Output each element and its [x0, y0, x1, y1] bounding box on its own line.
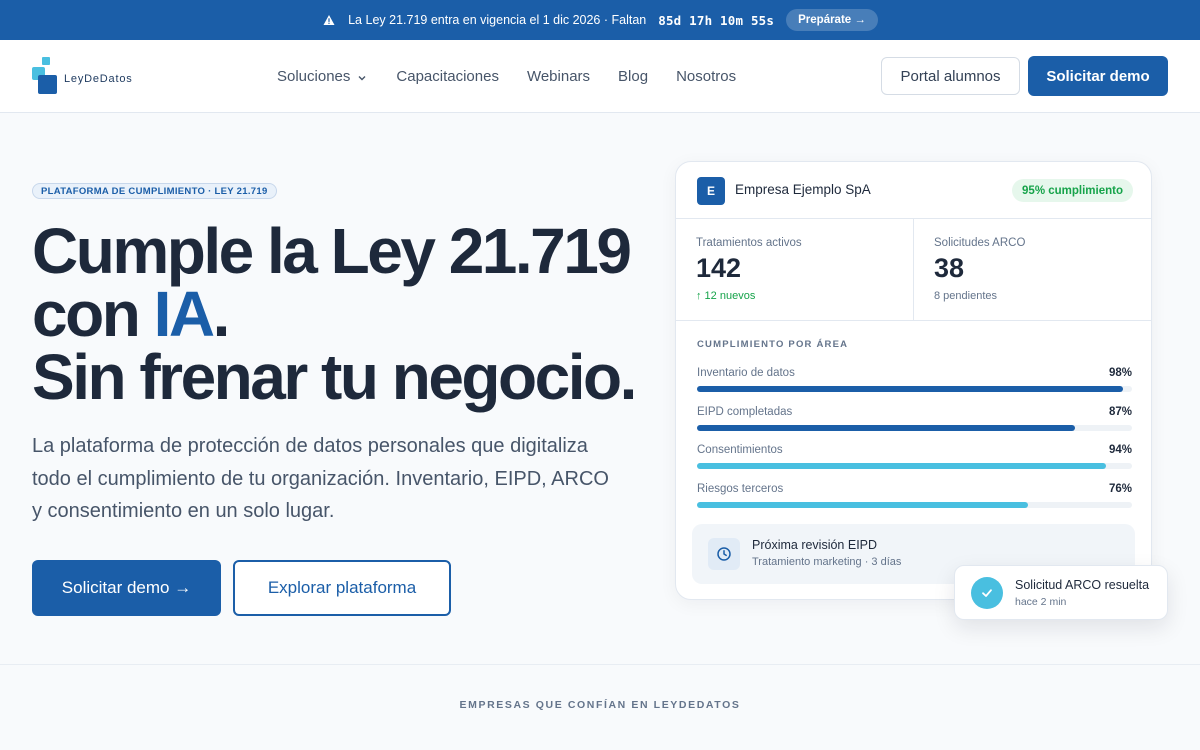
hero-demo-button[interactable]: Solicitar demo → — [32, 560, 221, 616]
area-name: Riesgos terceros — [697, 483, 784, 495]
hero-headline: Cumple la Ley 21.719 con IA. Sin frenar … — [32, 219, 652, 409]
check-icon — [971, 577, 1003, 609]
headline-line-2-pre: con — [32, 278, 154, 350]
progress-track — [697, 386, 1132, 392]
review-subtitle: Tratamiento marketing · 3 días — [752, 556, 902, 568]
dashboard-preview-card: E Empresa Ejemplo SpA 95% cumplimiento T… — [675, 161, 1152, 600]
nav-label: Blog — [618, 68, 649, 85]
area-percent: 76% — [1108, 483, 1132, 495]
nav-label: Webinars — [526, 68, 591, 85]
header-demo-button[interactable]: Solicitar demo — [1028, 56, 1168, 96]
arco-resolved-toast: Solicitud ARCO resuelta hace 2 min — [954, 565, 1168, 620]
area-row-inventario: Inventario de datos 98% — [697, 367, 1132, 397]
stat-arco: Solicitudes ARCO 38 8 pendientes — [914, 219, 1151, 321]
announcement-text: La Ley 21.719 entra en vigencia el 1 dic… — [348, 13, 647, 27]
stat-label: Solicitudes ARCO — [934, 237, 1026, 249]
clock-icon — [708, 538, 740, 570]
company-avatar: E — [697, 177, 725, 205]
area-row-eipd: EIPD completadas 87% — [697, 406, 1132, 436]
area-percent: 98% — [1108, 367, 1132, 379]
platform-badge: PLATAFORMA DE CUMPLIMIENTO · LEY 21.719 — [32, 183, 277, 199]
progress-track — [697, 463, 1132, 469]
nav-item-soluciones[interactable]: Soluciones — [277, 68, 368, 85]
area-name: Inventario de datos — [697, 367, 795, 379]
nav-item-nosotros[interactable]: Nosotros — [676, 68, 736, 85]
stat-value: 142 — [696, 253, 742, 283]
nav-item-webinars[interactable]: Webinars — [527, 68, 590, 85]
area-percent: 94% — [1108, 444, 1132, 456]
toast-time: hace 2 min — [1015, 596, 1067, 608]
logo-text: LeyDeDatos — [64, 72, 133, 85]
explore-platform-button[interactable]: Explorar plataforma — [233, 560, 451, 616]
logo-icon — [32, 57, 58, 95]
card-header: E Empresa Ejemplo SpA 95% cumplimiento — [676, 162, 1151, 219]
area-section-title: CUMPLIMIENTO POR ÁREA — [697, 339, 849, 350]
company-name: Empresa Ejemplo SpA — [735, 182, 871, 197]
review-title: Próxima revisión EIPD — [752, 538, 878, 552]
progress-fill — [697, 502, 1028, 508]
announcement-bar: La Ley 21.719 entra en vigencia el 1 dic… — [0, 0, 1200, 40]
headline-accent: IA — [153, 278, 216, 350]
trust-label: EMPRESAS QUE CONFÍAN EN LEYDEDATOS — [459, 699, 741, 711]
progress-fill — [697, 425, 1076, 431]
stat-note: 8 pendientes — [934, 290, 997, 302]
area-name: EIPD completadas — [697, 406, 793, 418]
area-row-consentimientos: Consentimientos 94% — [697, 444, 1132, 474]
nav-label: Soluciones — [277, 68, 351, 85]
toast-title: Solicitud ARCO resuelta — [1015, 578, 1150, 592]
stat-tratamientos: Tratamientos activos 142 ↑ 12 nuevos — [676, 219, 914, 321]
hero-subtext: La plataforma de protección de datos per… — [32, 435, 609, 522]
headline-line-2-post: . — [212, 278, 231, 350]
stat-label: Tratamientos activos — [696, 237, 802, 249]
nav-label: Capacitaciones — [396, 68, 499, 85]
area-row-riesgos: Riesgos terceros 76% — [697, 483, 1132, 513]
logo[interactable]: LeyDeDatos — [32, 57, 133, 95]
chevron-down-icon — [356, 71, 368, 83]
nav-item-blog[interactable]: Blog — [618, 68, 648, 85]
headline-line-1: Cumple la Ley 21.719 — [32, 215, 632, 287]
area-percent: 87% — [1108, 406, 1132, 418]
progress-track — [697, 502, 1132, 508]
progress-fill — [697, 386, 1124, 392]
headline-line-3: Sin frenar tu negocio. — [32, 341, 637, 413]
area-name: Consentimientos — [697, 444, 783, 456]
site-header: LeyDeDatos Soluciones Capacitaciones Web… — [0, 40, 1200, 113]
nav-item-capacitaciones[interactable]: Capacitaciones — [396, 68, 499, 85]
portal-alumnos-button[interactable]: Portal alumnos — [881, 57, 1020, 95]
trust-section: EMPRESAS QUE CONFÍAN EN LEYDEDATOS — [0, 664, 1200, 750]
main-nav: Soluciones Capacitaciones Webinars Blog … — [277, 40, 736, 113]
prepare-link[interactable]: Prepárate → — [786, 9, 878, 31]
progress-fill — [697, 463, 1106, 469]
progress-track — [697, 425, 1132, 431]
compliance-badge: 95% cumplimiento — [1012, 179, 1133, 202]
nav-label: Nosotros — [676, 68, 737, 85]
warning-icon — [322, 13, 336, 27]
stat-note: ↑ 12 nuevos — [696, 290, 756, 302]
countdown-timer: 85d 17h 10m 55s — [658, 12, 775, 28]
stat-value: 38 — [934, 253, 965, 283]
